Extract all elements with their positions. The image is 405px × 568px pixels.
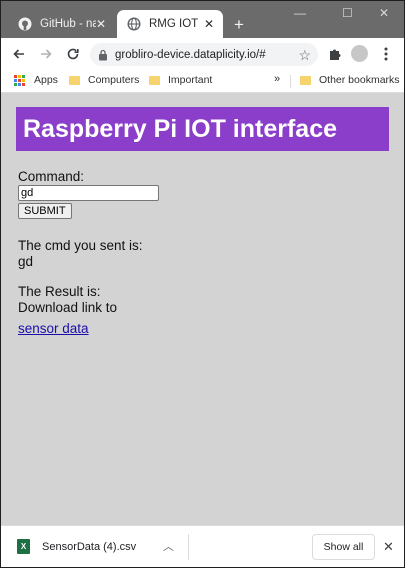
folder-icon bbox=[69, 75, 80, 85]
folder-icon bbox=[300, 75, 311, 85]
tab-strip: GitHub - nan ✕ RMG IOT ✕ + — ☐ ✕ bbox=[1, 1, 404, 38]
browser-window: GitHub - nan ✕ RMG IOT ✕ + — ☐ ✕ bbox=[0, 0, 405, 568]
excel-file-icon: X bbox=[17, 539, 30, 554]
command-label: Command: bbox=[18, 169, 85, 184]
url-text: grobliro-device.dataplicity.io/# bbox=[115, 48, 266, 61]
lock-icon bbox=[98, 49, 108, 61]
bookmarks-overflow-button[interactable]: » bbox=[274, 73, 280, 85]
new-tab-button[interactable]: + bbox=[234, 16, 244, 33]
tab-rmg-iot[interactable]: RMG IOT ✕ bbox=[117, 10, 223, 38]
download-file-name: SensorData (4).csv bbox=[42, 540, 137, 553]
globe-icon bbox=[127, 17, 141, 31]
page-content: Raspberry Pi IOT interface Command: SUBM… bbox=[1, 93, 404, 525]
bookmark-label: Computers bbox=[88, 74, 140, 86]
minimize-button[interactable]: — bbox=[294, 6, 306, 20]
submit-button[interactable]: SUBMIT bbox=[18, 203, 72, 219]
maximize-button[interactable]: ☐ bbox=[342, 6, 353, 20]
bookmark-important[interactable]: Important bbox=[149, 74, 212, 86]
forward-arrow-icon[interactable] bbox=[38, 46, 54, 62]
tab-title: RMG IOT bbox=[149, 18, 199, 30]
download-divider bbox=[188, 534, 189, 560]
result-label: The Result is: bbox=[18, 284, 101, 299]
other-bookmarks[interactable]: Other bookmarks bbox=[300, 74, 400, 86]
menu-kebab-icon[interactable] bbox=[378, 46, 394, 62]
page-title-banner: Raspberry Pi IOT interface bbox=[16, 107, 389, 151]
apps-grid-icon bbox=[14, 74, 25, 86]
bookmarks-divider bbox=[290, 75, 291, 88]
sent-label: The cmd you sent is: bbox=[18, 238, 143, 253]
download-bar: X SensorData (4).csv ︿ Show all ✕ bbox=[1, 525, 404, 567]
folder-icon bbox=[149, 75, 160, 85]
address-bar[interactable]: grobliro-device.dataplicity.io/# ☆ bbox=[90, 43, 318, 66]
reload-icon[interactable] bbox=[65, 46, 81, 62]
close-tab-icon[interactable]: ✕ bbox=[204, 18, 214, 30]
bookmark-label: Other bookmarks bbox=[319, 74, 400, 86]
command-input[interactable] bbox=[18, 185, 159, 201]
bookmark-label: Important bbox=[168, 74, 213, 86]
github-icon bbox=[18, 17, 32, 31]
bookmark-star-icon[interactable]: ☆ bbox=[298, 47, 311, 64]
show-all-button[interactable]: Show all bbox=[312, 534, 375, 560]
bookmark-apps[interactable]: Apps bbox=[14, 74, 58, 86]
bookmarks-bar: Apps Computers Important » Other bookmar… bbox=[1, 70, 404, 93]
close-window-button[interactable]: ✕ bbox=[379, 6, 389, 20]
sent-value: gd bbox=[18, 254, 34, 269]
navigation-toolbar: grobliro-device.dataplicity.io/# ☆ bbox=[1, 38, 404, 70]
chevron-up-icon[interactable]: ︿ bbox=[163, 538, 174, 554]
back-arrow-icon[interactable] bbox=[11, 46, 27, 62]
bookmark-label: Apps bbox=[34, 74, 58, 86]
close-tab-icon[interactable]: ✕ bbox=[96, 18, 106, 30]
profile-avatar[interactable] bbox=[351, 45, 368, 62]
tab-github[interactable]: GitHub - nan ✕ bbox=[9, 10, 115, 38]
result-text: Download link to bbox=[18, 300, 118, 315]
bookmark-computers[interactable]: Computers bbox=[69, 74, 139, 86]
sensor-data-link[interactable]: sensor data bbox=[18, 321, 159, 336]
command-form: Command: SUBMIT The cmd you sent is: gd … bbox=[18, 169, 159, 336]
tab-title: GitHub - nan bbox=[40, 18, 96, 30]
download-item[interactable]: X SensorData (4).csv bbox=[17, 539, 136, 554]
extensions-puzzle-icon[interactable] bbox=[327, 46, 343, 62]
close-download-bar-icon[interactable]: ✕ bbox=[383, 539, 394, 555]
